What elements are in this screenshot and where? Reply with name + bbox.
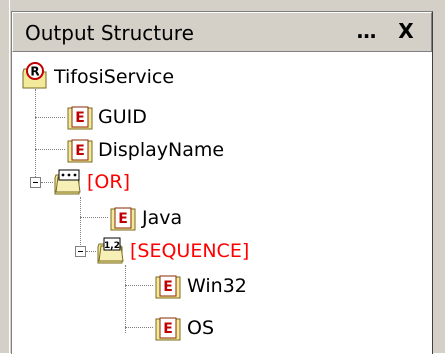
tree-line xyxy=(86,251,96,252)
tree-node-displayname[interactable]: DisplayName xyxy=(98,138,224,162)
svg-text:E: E xyxy=(75,110,85,126)
output-structure-panel: Output Structure ... X R TifosiService E… xyxy=(11,11,433,354)
collapse-sequence-toggle[interactable] xyxy=(75,246,86,257)
window-frame: Output Structure ... X R TifosiService E… xyxy=(0,0,445,354)
tree-line xyxy=(35,117,65,118)
element-icon: E xyxy=(155,275,181,299)
left-splitter[interactable] xyxy=(0,0,10,353)
close-button[interactable]: X xyxy=(391,18,421,46)
root-folder-icon: R xyxy=(22,62,47,89)
svg-text:1,2: 1,2 xyxy=(104,241,120,251)
collapse-or-toggle[interactable] xyxy=(30,177,41,188)
svg-text:R: R xyxy=(30,65,39,79)
tree-line xyxy=(125,265,126,333)
tree-node-guid[interactable]: GUID xyxy=(98,105,147,129)
more-options-button[interactable]: ... xyxy=(351,18,381,46)
svg-text:E: E xyxy=(163,279,173,295)
tree-node-sequence[interactable]: [SEQUENCE] xyxy=(130,239,249,263)
tree-node-win32[interactable]: Win32 xyxy=(187,274,247,298)
tree-node-tifosiservice[interactable]: TifosiService xyxy=(54,65,174,89)
tree-line xyxy=(41,182,53,183)
panel-title: Output Structure xyxy=(25,21,194,45)
tree-line xyxy=(80,217,108,218)
panel-titlebar: Output Structure ... X xyxy=(12,12,432,52)
element-icon: E xyxy=(155,317,181,341)
element-icon: E xyxy=(110,207,136,231)
tree-node-os[interactable]: OS xyxy=(187,316,214,340)
tree-line xyxy=(35,149,65,150)
element-icon: E xyxy=(67,106,93,130)
tree-line xyxy=(35,89,36,187)
or-group-icon xyxy=(54,169,81,195)
tree-node-java[interactable]: Java xyxy=(142,206,182,230)
tree-node-or[interactable]: [OR] xyxy=(87,170,130,194)
svg-text:E: E xyxy=(75,143,85,159)
svg-text:E: E xyxy=(163,321,173,337)
tree-line xyxy=(125,285,153,286)
sequence-group-icon: 1,2 xyxy=(97,237,124,264)
tree-line xyxy=(125,327,153,328)
element-icon: E xyxy=(67,139,93,163)
svg-text:E: E xyxy=(118,211,128,227)
structure-tree: R TifosiService E GUID E DisplayName [OR… xyxy=(12,53,432,354)
